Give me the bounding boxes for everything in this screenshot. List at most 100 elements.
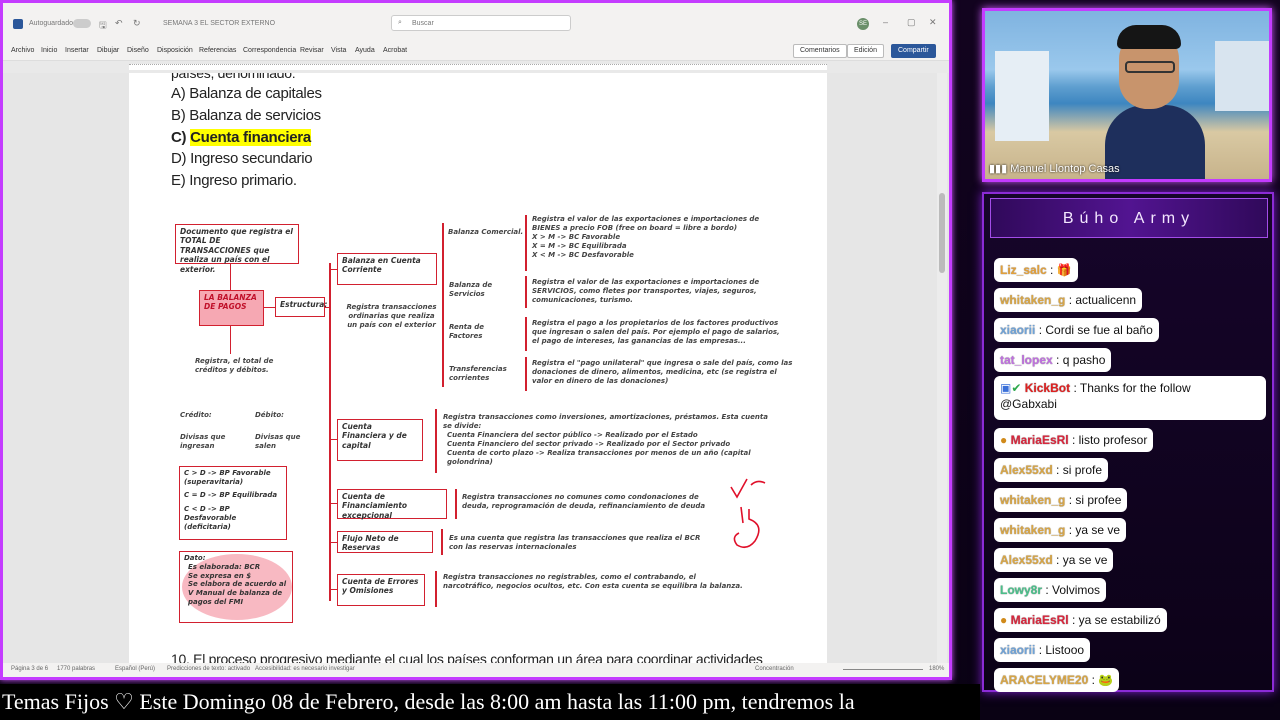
desc-line: Cuenta de corto plazo -> Realiza transac…: [447, 448, 751, 466]
option-text: Balanza de servicios: [189, 107, 321, 124]
option-b[interactable]: B) Balanza de servicios: [171, 107, 321, 124]
diagram-doc-box: Documento que registra el TOTAL DE TRANS…: [175, 224, 299, 274]
diagram-reservas: Flujo Neto de Reservas: [337, 531, 433, 553]
close-icon[interactable]: ✕: [929, 17, 937, 28]
diagram-debit-label: Débito:: [255, 411, 284, 419]
tab-acrobat[interactable]: Acrobat: [383, 47, 407, 54]
dato-line: Se elabora de acuerdo al V Manual de bal…: [188, 580, 287, 606]
diagram-servicios-desc: Registra el valor de las exportaciones e…: [532, 278, 760, 304]
chat-message: whitaken_g : si profee: [994, 488, 1128, 512]
chat-message: ARACELYME20 : 🐸: [994, 668, 1120, 692]
tab-inicio[interactable]: Inicio: [41, 47, 57, 54]
search-box[interactable]: ⌕ Buscar: [391, 15, 571, 31]
diagram-reservas-desc: Es una cuenta que registra las transacci…: [449, 534, 701, 551]
tab-vista[interactable]: Vista: [331, 47, 346, 54]
connector: [230, 326, 231, 354]
diagram-transferencias-desc: Registra el "pago unilateral" que ingres…: [532, 359, 793, 385]
minimize-icon[interactable]: –: [883, 17, 888, 27]
diagram-errores-desc: Registra transacciones no registrables, …: [443, 573, 743, 590]
diagram-bp-conditions: C > D -> BP Favorable (superavitaria) C …: [179, 466, 287, 540]
tab-disposicion[interactable]: Disposición: [157, 47, 193, 54]
bot-badge-icon: ▣: [1000, 381, 1012, 395]
diagram-renta: Renta de Factores: [449, 323, 485, 340]
chat-text: : actualicenn: [1068, 293, 1137, 307]
chat-message: xiaorii : Listooo: [994, 638, 1091, 662]
chat-text: :: [1091, 673, 1095, 687]
word-count: 1770 palabras: [57, 666, 96, 672]
diagram-comercial-desc: Registra el valor de las exportaciones e…: [532, 215, 802, 260]
webcam-name-label: ▮▮▮ Manuel Llontop Casas: [989, 162, 1120, 175]
share-button[interactable]: Compartir: [891, 44, 936, 58]
bracket: [435, 409, 437, 473]
comments-button[interactable]: Comentarios: [793, 44, 847, 58]
diagram-servicios: Balanza de Servicios: [449, 281, 493, 298]
option-e[interactable]: E) Ingreso primario.: [171, 172, 297, 189]
focus-button[interactable]: Concentración: [755, 666, 794, 672]
chat-message: whitaken_g : ya se ve: [994, 518, 1127, 542]
option-text: Ingreso secundario: [190, 150, 313, 167]
chat-text: : ya se estabilizó: [1071, 613, 1161, 627]
tab-dibujar[interactable]: Dibujar: [97, 47, 119, 54]
tab-correspondencia[interactable]: Correspondencia: [243, 47, 296, 54]
tab-insertar[interactable]: Insertar: [65, 47, 89, 54]
bracket: [435, 571, 437, 607]
autosave-toggle[interactable]: [73, 19, 91, 28]
glasses: [1125, 61, 1175, 73]
zoom-level[interactable]: 180%: [929, 666, 944, 672]
search-placeholder: Buscar: [412, 20, 434, 27]
document-title[interactable]: SEMANA 3 EL SECTOR EXTERNO: [163, 20, 275, 27]
diagram-divisas-salen: Divisas que salen: [255, 433, 301, 450]
option-c[interactable]: C) Cuenta financiera: [171, 129, 311, 146]
bracket: [525, 215, 527, 271]
accessibility-status[interactable]: Accesibilidad: es necesario investigar: [255, 666, 355, 672]
redo-icon[interactable]: ↻: [133, 18, 141, 29]
diagram-cuenta-corriente: Balanza en Cuenta Corriente: [337, 253, 437, 285]
option-a[interactable]: A) Balanza de capitales: [171, 85, 322, 102]
tab-revisar[interactable]: Revisar: [300, 47, 324, 54]
document-page[interactable]: países, denominado: A) Balanza de capita…: [129, 73, 827, 663]
zoom-slider[interactable]: [843, 669, 923, 670]
tab-diseno[interactable]: Diseño: [127, 47, 149, 54]
person-body: [1105, 105, 1205, 179]
chat-message: Alex55xd : si profe: [994, 458, 1109, 482]
save-icon[interactable]: 🖫: [99, 18, 107, 34]
condition-desfavorable: C < D -> BP Desfavorable (deficitaria): [184, 505, 237, 531]
option-letter: B): [171, 107, 186, 124]
badge-icon: ●: [1000, 433, 1008, 447]
status-bar: Página 3 de 6 1770 palabras Español (Per…: [3, 663, 949, 677]
diagram-credit-label: Crédito:: [180, 411, 212, 419]
chat-text: : si profe: [1056, 463, 1103, 477]
undo-icon[interactable]: ↶: [115, 18, 123, 29]
bracket: [525, 276, 527, 308]
editing-button[interactable]: Edición: [847, 44, 884, 58]
desc-line: X < M -> BC Desfavorable: [532, 250, 634, 259]
dato-label: Dato:: [184, 554, 206, 562]
chat-text: : Thanks for the follow: [1073, 381, 1191, 395]
diagram-dato-box: Dato: Es elaborada: BCR Se expresa en $ …: [179, 551, 293, 623]
option-letter: D): [171, 150, 187, 167]
bracket: [525, 317, 527, 351]
desc-line: Registra el valor de las exportaciones e…: [532, 215, 760, 223]
diagram-bp-box: LA BALANZA DE PAGOS: [199, 290, 264, 326]
tab-ayuda[interactable]: Ayuda: [355, 47, 375, 54]
vertical-scrollbar[interactable]: [937, 73, 947, 663]
user-avatar[interactable]: SE: [857, 18, 869, 30]
chat-mention: @Gabxabi: [1000, 397, 1057, 411]
tab-referencias[interactable]: Referencias: [199, 47, 236, 54]
badge-icon: ●: [1000, 613, 1008, 627]
page-count: Página 3 de 6: [11, 666, 49, 672]
tab-archivo[interactable]: Archivo: [11, 47, 34, 54]
option-d[interactable]: D) Ingreso secundario: [171, 150, 313, 167]
chat-username: xiaorii: [1000, 643, 1036, 657]
chat-message: whitaken_g : actualicenn: [994, 288, 1143, 312]
predictions-status[interactable]: Predicciones de texto: activado: [167, 666, 250, 672]
chat-message: tat_lopex : q pasho: [994, 348, 1112, 372]
chat-text: : Volvimos: [1045, 583, 1101, 597]
language-status[interactable]: Español (Perú): [115, 666, 155, 672]
chat-text: : Listooo: [1038, 643, 1085, 657]
maximize-icon[interactable]: ▢: [907, 17, 916, 28]
diagram-financiamiento: Cuenta de Financiamiento excepcional: [337, 489, 447, 520]
chat-username: Alex55xd: [1000, 553, 1053, 567]
chat-username: Liz_salc: [1000, 263, 1047, 277]
scroll-thumb[interactable]: [939, 193, 945, 273]
